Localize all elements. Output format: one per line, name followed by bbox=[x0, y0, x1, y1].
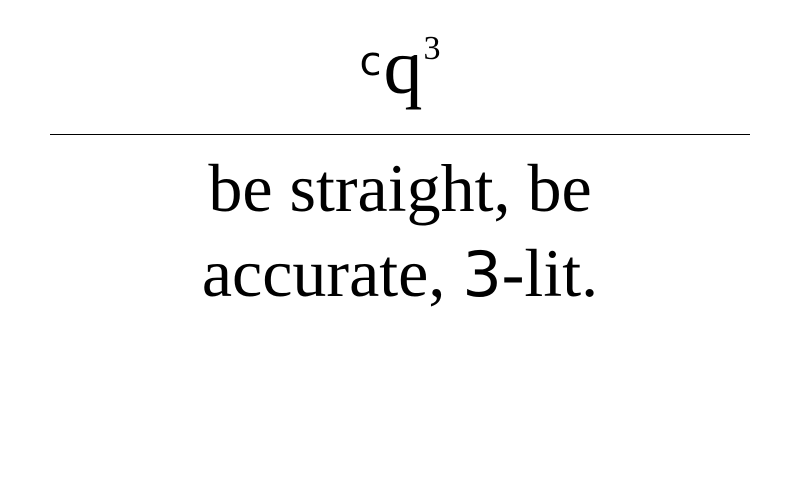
definition-line-2-end: -lit. bbox=[501, 235, 599, 311]
definition: be straight, be accurate, 3-lit. bbox=[0, 146, 800, 317]
headword-suffix: 3 bbox=[423, 30, 441, 67]
definition-line-1: be straight, be bbox=[208, 150, 592, 226]
definition-radical-count: 3 bbox=[462, 238, 502, 311]
headword: cq3 bbox=[0, 28, 800, 106]
definition-line-2-text: accurate, bbox=[201, 235, 463, 311]
divider-rule bbox=[50, 134, 750, 135]
definition-line-2: accurate, 3-lit. bbox=[0, 231, 800, 317]
headword-root: q bbox=[383, 23, 423, 110]
headword-prefix: c bbox=[359, 39, 382, 85]
